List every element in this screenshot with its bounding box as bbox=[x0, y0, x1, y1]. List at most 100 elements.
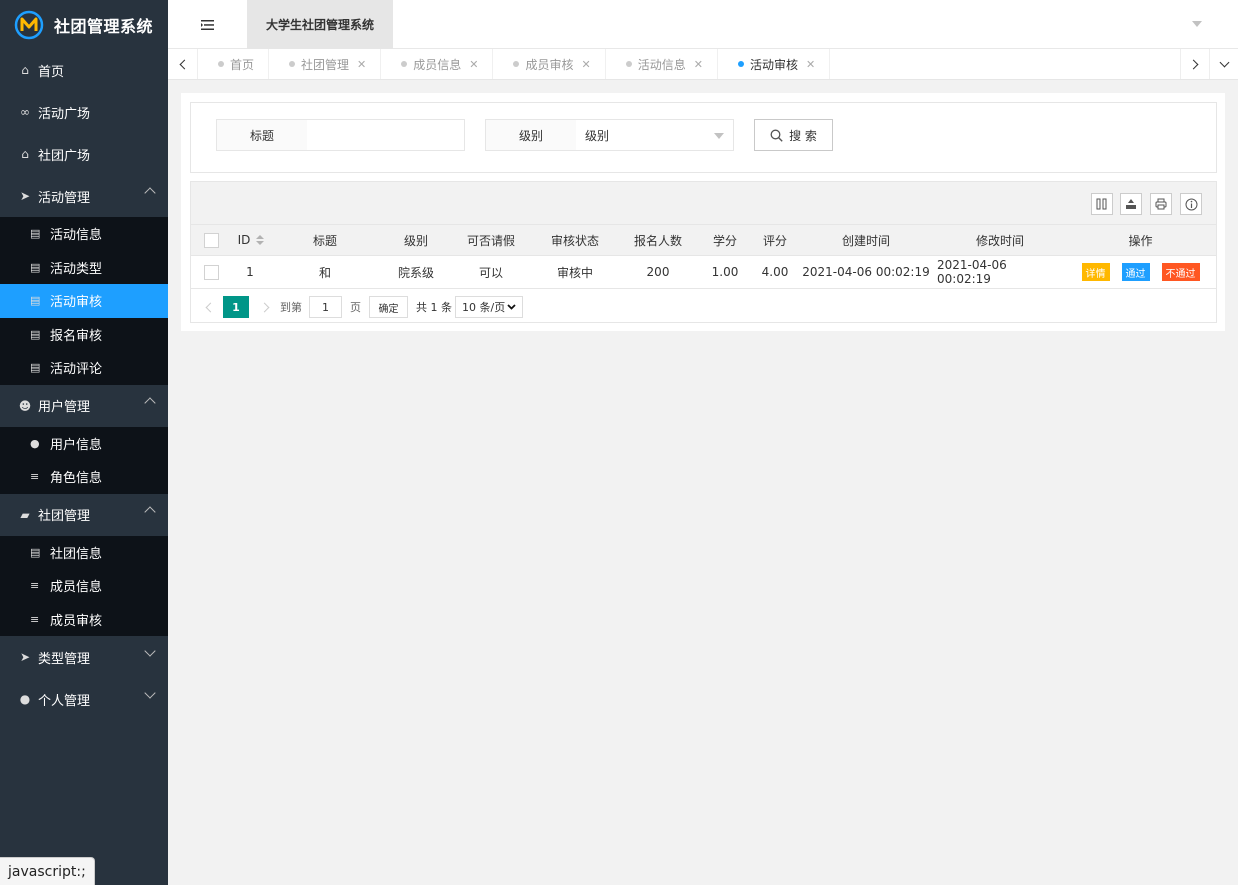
column-header-created: 创建时间 bbox=[841, 233, 890, 248]
close-icon[interactable]: ✕ bbox=[582, 58, 591, 71]
home-icon: ⌂ bbox=[21, 63, 29, 77]
column-header-credit: 学分 bbox=[712, 233, 737, 248]
sidebar-item-user-info[interactable]: ● 用户信息 bbox=[0, 427, 168, 461]
list-icon: ▤ bbox=[30, 260, 41, 274]
export-button[interactable] bbox=[1120, 193, 1142, 215]
column-header-status: 审核状态 bbox=[550, 233, 599, 248]
page-unit-label: 页 bbox=[350, 301, 361, 314]
tab-label: 活动审核 bbox=[749, 57, 798, 72]
cell-signups: 200 bbox=[646, 265, 670, 279]
next-page-button[interactable] bbox=[256, 296, 272, 318]
goto-label: 到第 bbox=[280, 301, 302, 314]
select-all-checkbox[interactable] bbox=[203, 232, 219, 248]
tab-member-review[interactable]: 成员审核 ✕ bbox=[493, 49, 606, 79]
sidebar-item-club-square[interactable]: ⌂ 社团广场 bbox=[0, 133, 168, 175]
tab-label: 成员信息 bbox=[413, 57, 462, 72]
tab-activity-review[interactable]: 活动审核 ✕ bbox=[718, 49, 831, 79]
approve-button[interactable]: 通过 bbox=[1121, 263, 1150, 281]
list-icon: ▤ bbox=[30, 327, 41, 341]
column-header-signups: 报名人数 bbox=[633, 233, 682, 248]
book-icon: ▰ bbox=[20, 507, 30, 522]
search-form: 标题 级别 级别 搜 索 bbox=[190, 102, 1217, 173]
column-header-score: 评分 bbox=[762, 233, 787, 248]
menu-toggle-button[interactable] bbox=[168, 0, 247, 49]
tab-dot-icon bbox=[625, 61, 632, 67]
sidebar-item-label: 个人管理 bbox=[38, 693, 91, 709]
page-size-select[interactable]: 10 条/页 bbox=[455, 296, 523, 318]
close-icon[interactable]: ✕ bbox=[469, 58, 478, 71]
detail-button[interactable]: 详情 bbox=[1081, 263, 1110, 281]
title-input[interactable] bbox=[307, 119, 465, 151]
tab-dot-icon bbox=[401, 61, 408, 67]
tab-label: 社团管理 bbox=[301, 57, 350, 72]
sidebar-item-label: 角色信息 bbox=[50, 471, 103, 487]
sidebar-item-signup-review[interactable]: ▤ 报名审核 bbox=[0, 318, 168, 352]
reject-button[interactable]: 不通过 bbox=[1161, 263, 1200, 281]
search-button[interactable]: 搜 索 bbox=[754, 119, 833, 151]
close-icon[interactable]: ✕ bbox=[806, 58, 815, 71]
column-header-title: 标题 bbox=[312, 233, 337, 248]
list-icon: ▤ bbox=[30, 227, 41, 241]
cell-actions: 详情 通过 不通过 bbox=[1063, 256, 1218, 288]
sidebar-item-label: 活动评论 bbox=[50, 362, 103, 378]
sidebar-item-label: 活动广场 bbox=[38, 106, 91, 122]
goto-page-input[interactable]: 1 bbox=[309, 296, 342, 318]
system-title[interactable]: 大学生社团管理系统 bbox=[247, 0, 393, 49]
sidebar-item-home[interactable]: ⌂ 首页 bbox=[0, 49, 168, 91]
prev-page-button[interactable] bbox=[202, 296, 218, 318]
sidebar-item-club-management[interactable]: ▰ 社团管理 bbox=[0, 494, 168, 536]
info-button[interactable] bbox=[1180, 193, 1202, 215]
bars-icon: ≡ bbox=[30, 612, 40, 626]
cell-modified: 2021-04-06 00:02:19 bbox=[937, 258, 1007, 286]
main-panel: 标题 级别 级别 搜 索 ID 标题 级别 可否请假 审核状态 报名人数 学分 … bbox=[181, 93, 1225, 331]
sort-icon[interactable] bbox=[256, 235, 265, 245]
sidebar-item-personal-management[interactable]: ● 个人管理 bbox=[0, 678, 168, 720]
close-icon[interactable]: ✕ bbox=[357, 58, 366, 71]
sidebar-item-activity-review[interactable]: ▤ 活动审核 bbox=[0, 284, 168, 318]
tab-activity-info[interactable]: 活动信息 ✕ bbox=[606, 49, 718, 79]
list-icon: ▤ bbox=[30, 545, 41, 559]
print-button[interactable] bbox=[1150, 193, 1172, 215]
send-icon: ➤ bbox=[19, 650, 31, 664]
submenu-club: ▤ 社团信息 ≡ 成员信息 ≡ 成员审核 bbox=[0, 535, 168, 637]
sidebar-item-type-management[interactable]: ➤ 类型管理 bbox=[0, 636, 168, 678]
sidebar-item-member-info[interactable]: ≡ 成员信息 bbox=[0, 569, 168, 603]
sidebar-item-label: 报名审核 bbox=[50, 328, 103, 344]
tab-label: 首页 bbox=[230, 57, 255, 72]
header: 大学生社团管理系统 bbox=[168, 0, 1238, 49]
level-select[interactable]: 级别 bbox=[576, 119, 734, 151]
sidebar-item-club-info[interactable]: ▤ 社团信息 bbox=[0, 536, 168, 570]
goto-confirm-button[interactable]: 确定 bbox=[369, 296, 408, 318]
sidebar-item-activity-type[interactable]: ▤ 活动类型 bbox=[0, 251, 168, 285]
chevron-right-icon bbox=[1188, 59, 1199, 69]
row-checkbox[interactable] bbox=[203, 264, 219, 280]
sidebar-item-activity-comment[interactable]: ▤ 活动评论 bbox=[0, 351, 168, 385]
sidebar-item-user-management[interactable]: ☻ 用户管理 bbox=[0, 385, 168, 427]
cell-status: 审核中 bbox=[556, 265, 593, 280]
tabs-scroll-right-button[interactable] bbox=[1180, 49, 1210, 79]
row-select-cell bbox=[191, 256, 231, 288]
sidebar-item-member-review[interactable]: ≡ 成员审核 bbox=[0, 603, 168, 637]
title-field-label: 标题 bbox=[216, 119, 308, 151]
user-dropdown-caret-icon[interactable] bbox=[1192, 21, 1202, 27]
user-icon: ● bbox=[30, 436, 40, 450]
page-1-button[interactable]: 1 bbox=[223, 296, 249, 318]
logo[interactable]: 社团管理系统 bbox=[0, 0, 168, 49]
tab-club-management[interactable]: 社团管理 ✕ bbox=[269, 49, 382, 79]
close-icon[interactable]: ✕ bbox=[694, 58, 703, 71]
sidebar-item-role-info[interactable]: ≡ 角色信息 bbox=[0, 460, 168, 494]
pagination: 1 到第 1 页 确定 共 1 条 10 条/页 bbox=[191, 291, 1216, 323]
cell-credit: 1.00 bbox=[711, 265, 739, 279]
column-header-modified: 修改时间 bbox=[975, 233, 1024, 248]
columns-filter-button[interactable] bbox=[1091, 193, 1113, 215]
tabs-scroll-left-button[interactable] bbox=[168, 49, 198, 79]
sidebar-item-activity-management[interactable]: ➤ 活动管理 bbox=[0, 175, 168, 217]
sidebar-item-activity-square[interactable]: ∞ 活动广场 bbox=[0, 91, 168, 133]
tab-home[interactable]: 首页 bbox=[198, 49, 270, 79]
tabs-menu-button[interactable] bbox=[1210, 49, 1238, 79]
page-size-value: 10 条/页 bbox=[462, 301, 506, 314]
sidebar-item-activity-info[interactable]: ▤ 活动信息 bbox=[0, 217, 168, 251]
table-header: ID 标题 级别 可否请假 审核状态 报名人数 学分 评分 创建时间 修改时间 … bbox=[191, 225, 1216, 256]
tab-member-info[interactable]: 成员信息 ✕ bbox=[381, 49, 494, 79]
column-header-id[interactable]: ID bbox=[231, 225, 271, 255]
